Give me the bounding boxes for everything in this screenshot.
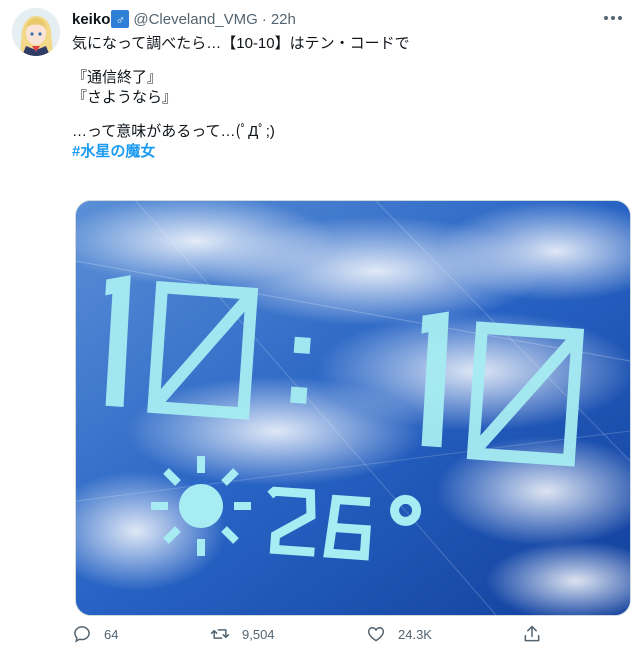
separator: · xyxy=(261,10,267,28)
tweet-text-line: 気になって調べたら…【10-10】はテン・コードで xyxy=(72,35,410,52)
retweet-icon xyxy=(210,629,230,639)
avatar-illustration xyxy=(12,8,60,56)
retweet-button[interactable]: 9,504 xyxy=(210,624,275,644)
heart-icon xyxy=(367,626,385,642)
sun-icon xyxy=(151,456,251,556)
like-button[interactable]: 24.3K xyxy=(366,624,432,644)
tweet[interactable]: keiko ♂ @Cleveland_VMG · 22h 気になって調べたら…【… xyxy=(0,0,640,650)
display-name[interactable]: keiko xyxy=(72,11,110,28)
timestamp[interactable]: 22h xyxy=(271,11,296,28)
tweet-text-line: 『さようなら』 xyxy=(72,89,178,106)
reply-icon xyxy=(74,626,90,643)
tweet-text-line: …って意味があるって…(ﾟДﾟ;) xyxy=(72,123,275,140)
hashtag-link[interactable]: #水星の魔女 xyxy=(72,142,622,162)
tweet-text-line: 『通信終了』 xyxy=(72,69,163,86)
tweet-media-image[interactable] xyxy=(75,200,631,616)
reply-button[interactable]: 64 xyxy=(72,624,118,644)
tweet-header: keiko ♂ @Cleveland_VMG · 22h xyxy=(72,8,296,30)
share-button[interactable] xyxy=(522,624,554,644)
tweet-text: 気になって調べたら…【10-10】はテン・コードで 『通信終了』 『さようなら』… xyxy=(72,34,622,162)
user-handle[interactable]: @Cleveland_VMG xyxy=(133,11,257,28)
tweet-actions: 64 9,504 24.3K xyxy=(72,624,622,650)
more-options-button[interactable] xyxy=(598,6,628,30)
share-icon xyxy=(524,625,540,642)
more-icon xyxy=(604,16,622,20)
avatar[interactable] xyxy=(12,8,60,56)
gender-badge-icon: ♂ xyxy=(111,10,130,28)
like-count: 24.3K xyxy=(398,626,432,642)
reply-count: 64 xyxy=(104,626,119,642)
media-illustration xyxy=(76,201,630,615)
retweet-count: 9,504 xyxy=(242,626,275,642)
